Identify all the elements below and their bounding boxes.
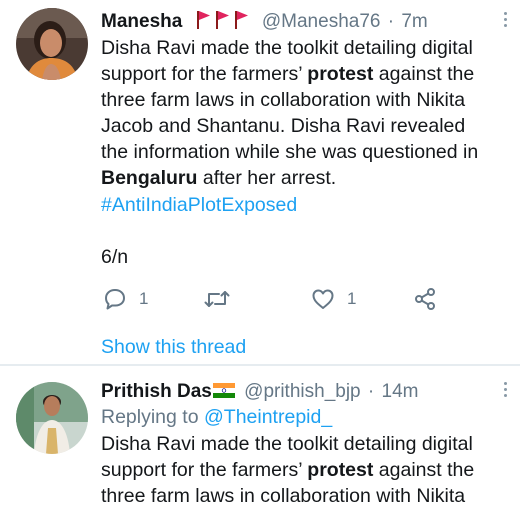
- user-handle[interactable]: @prithish_bjp: [244, 381, 360, 402]
- user-handle[interactable]: @Manesha76: [262, 11, 381, 32]
- timestamp[interactable]: 7m: [401, 11, 427, 32]
- red-flag-icon: [215, 11, 229, 29]
- display-name[interactable]: Manesha: [101, 11, 182, 32]
- thread-counter: 6/n: [101, 246, 129, 268]
- text-segment: after her arrest.: [197, 167, 337, 189]
- name-emoji: [196, 10, 253, 36]
- show-thread-link[interactable]: Show this thread: [101, 336, 490, 359]
- timestamp[interactable]: 14m: [382, 381, 419, 402]
- tweet-header: Manesha @Manesha76 · 7m: [101, 10, 507, 36]
- red-flag-icon: [234, 11, 248, 29]
- retweet-icon: [204, 291, 230, 307]
- share-icon: [415, 288, 435, 310]
- separator-dot: ·: [367, 381, 375, 402]
- bold-keyword[interactable]: Bengaluru: [101, 167, 197, 189]
- timeline: Manesha @Manesha76 · 7m Disha Ravi made …: [0, 0, 520, 520]
- india-flag-icon: [212, 383, 235, 398]
- retweet-button[interactable]: [204, 285, 230, 313]
- like-count: 1: [347, 289, 357, 308]
- tweet-content: Manesha @Manesha76 · 7m Disha Ravi made …: [101, 10, 507, 359]
- like-button[interactable]: 1: [311, 285, 356, 313]
- replying-to: Replying to @Theintrepid_: [101, 404, 490, 430]
- mention-link[interactable]: @Theintrepid_: [204, 406, 332, 428]
- display-name[interactable]: Prithish Das: [101, 381, 212, 402]
- tweet[interactable]: Manesha @Manesha76 · 7m Disha Ravi made …: [0, 0, 520, 365]
- bold-keyword[interactable]: protest: [307, 459, 373, 481]
- bold-keyword[interactable]: protest: [307, 63, 373, 85]
- tweet-header: Prithish Das @prithish_bjp · 14m: [101, 380, 507, 404]
- hashtag-link[interactable]: #AntiIndiaPlotExposed: [101, 192, 490, 218]
- avatar[interactable]: [16, 8, 88, 80]
- red-flag-icon: [196, 11, 210, 29]
- share-button[interactable]: [413, 285, 437, 313]
- tweet[interactable]: Prithish Das @prithish_bjp · 14m Replyin…: [0, 366, 520, 520]
- like-icon: [312, 289, 334, 309]
- tweet-actions: 1 1: [101, 285, 490, 313]
- tweet-text: Disha Ravi made the toolkit detailing di…: [101, 431, 490, 509]
- separator-dot: ·: [387, 11, 395, 32]
- tweet-content: Prithish Das @prithish_bjp · 14m Replyin…: [101, 380, 507, 509]
- more-options-icon[interactable]: [502, 382, 508, 398]
- more-options-icon[interactable]: [502, 12, 508, 28]
- reply-button[interactable]: 1: [103, 285, 148, 313]
- replying-to-label: Replying to: [101, 406, 204, 428]
- reply-count: 1: [139, 289, 149, 308]
- avatar[interactable]: [16, 382, 88, 454]
- reply-icon: [105, 289, 125, 310]
- tweet-text: Disha Ravi made the toolkit detailing di…: [101, 35, 490, 191]
